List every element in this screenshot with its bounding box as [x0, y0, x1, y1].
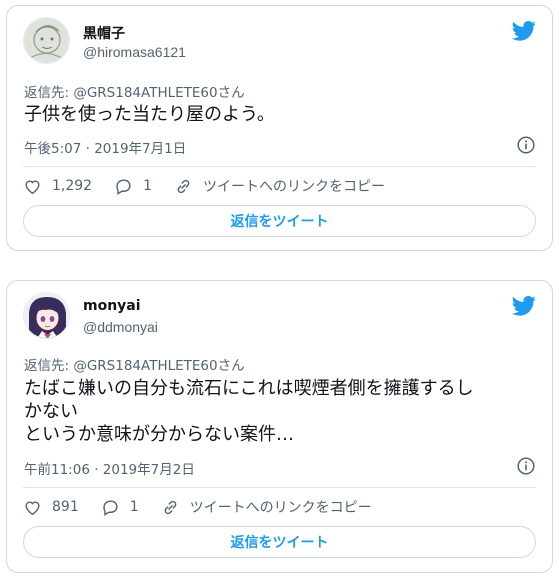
tweet-card[interactable]: monyai @ddmonyai 返信先: @GRS184ATHLETE60さん…: [6, 280, 553, 573]
twitter-bird-icon[interactable]: [512, 296, 536, 316]
reply-bubble-icon: [116, 178, 131, 195]
tweet-text: 子供を使った当たり屋のよう。: [24, 104, 275, 125]
link-icon: [164, 500, 177, 514]
reply-button[interactable]: 1: [101, 498, 139, 517]
anime-girl-avatar-image: [24, 293, 69, 338]
reply-tweet-button[interactable]: 返信をツイート: [23, 526, 536, 558]
copy-link-button[interactable]: ツイートへのリンクをコピー: [174, 176, 385, 196]
info-icon[interactable]: [517, 457, 535, 475]
avatar[interactable]: [23, 17, 70, 64]
reply-to-handle[interactable]: @GRS184ATHLETE60さん: [73, 85, 244, 101]
display-name[interactable]: 黒帽子: [83, 23, 125, 43]
reply-to-handle[interactable]: @GRS184ATHLETE60さん: [73, 358, 244, 374]
copy-link-button[interactable]: ツイートへのリンクをコピー: [161, 497, 372, 517]
user-handle[interactable]: @hiromasa6121: [83, 44, 186, 60]
reply-prefix: 返信先:: [24, 85, 74, 101]
tweet-actions: 1,292 1 ツイートへのリンクをコピー: [23, 175, 536, 197]
copy-link-label: ツイートへのリンクをコピー: [203, 179, 386, 195]
tweet-timestamp[interactable]: 午前11:06 · 2019年7月2日: [24, 458, 195, 478]
link-icon: [177, 179, 190, 193]
tweet-card[interactable]: 黒帽子 @hiromasa6121 返信先: @GRS184ATHLETE60さ…: [6, 5, 553, 251]
copy-link-label: ツイートへのリンクをコピー: [189, 500, 372, 516]
divider: [23, 487, 536, 488]
tweet-text: たばこ嫌いの自分も流石にこれは喫煙者側を擁護するし かない というか意味が分から…: [24, 378, 474, 445]
sketch-face-avatar-image: [24, 18, 69, 63]
replying-to: 返信先: @GRS184ATHLETE60さん: [24, 81, 245, 101]
twitter-bird-icon[interactable]: [512, 21, 536, 41]
heart-icon: [25, 180, 40, 194]
reply-tweet-button[interactable]: 返信をツイート: [23, 205, 536, 237]
tweet-timestamp[interactable]: 午後5:07 · 2019年7月1日: [24, 137, 186, 157]
reply-prefix: 返信先:: [24, 358, 74, 374]
display-name[interactable]: monyai: [83, 298, 141, 314]
reply-button[interactable]: 1: [114, 177, 152, 196]
avatar[interactable]: [23, 292, 70, 339]
like-count: 891: [52, 499, 79, 515]
reply-bubble-icon: [103, 499, 118, 516]
like-button[interactable]: 891: [23, 498, 79, 517]
user-handle[interactable]: @ddmonyai: [83, 319, 158, 335]
heart-icon: [25, 501, 40, 515]
like-count: 1,292: [52, 178, 93, 194]
reply-count: 1: [129, 499, 139, 515]
replying-to: 返信先: @GRS184ATHLETE60さん: [24, 354, 245, 374]
like-button[interactable]: 1,292: [23, 177, 92, 196]
info-icon[interactable]: [517, 136, 535, 154]
tweet-actions: 891 1 ツイートへのリンクをコピー: [23, 496, 536, 518]
divider: [23, 166, 536, 167]
reply-count: 1: [143, 178, 153, 194]
